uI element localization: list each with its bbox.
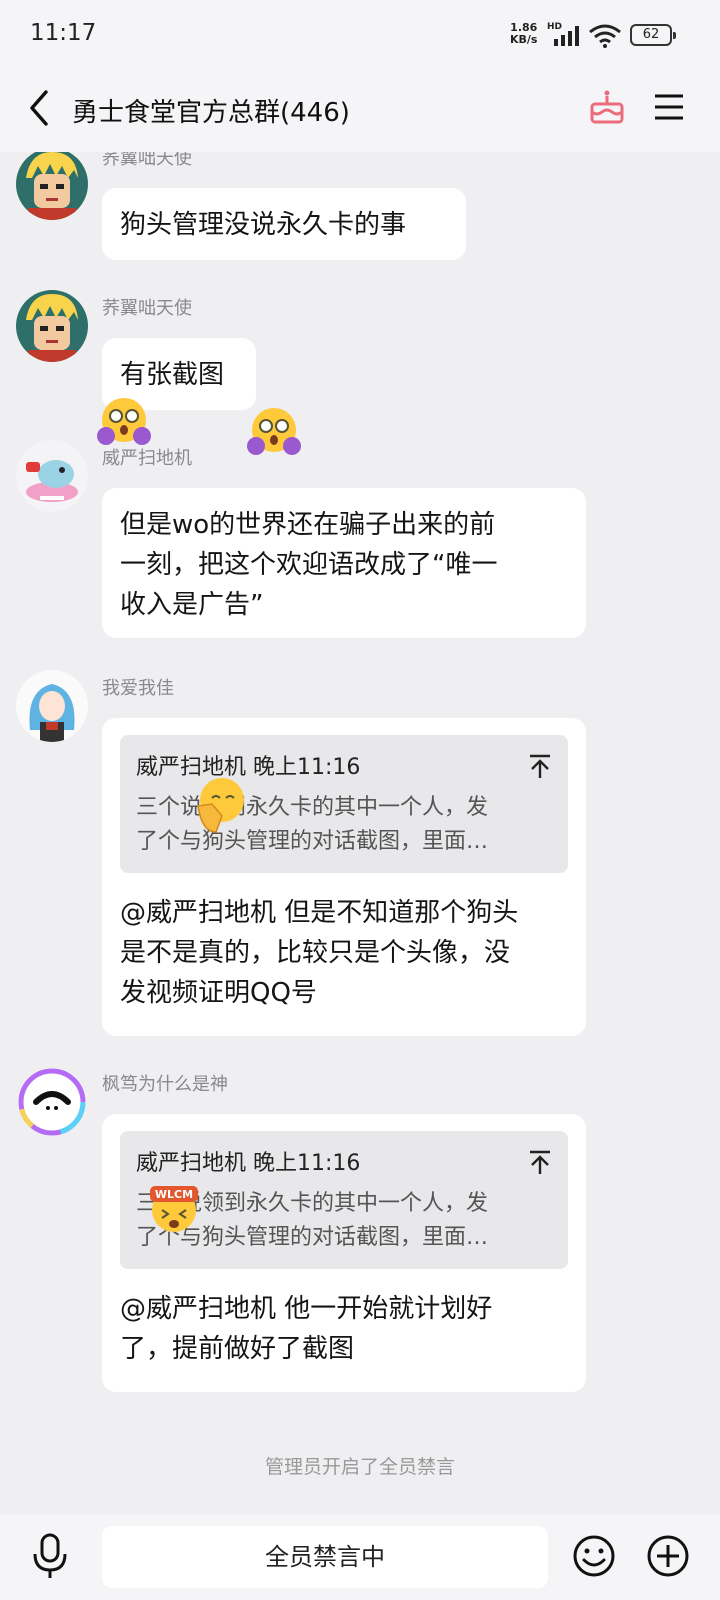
message-bubble[interactable]: 狗头管理没说永久卡的事 — [102, 188, 466, 260]
input-bar: 全员禁言中 — [0, 1514, 720, 1600]
avatar[interactable] — [16, 152, 88, 220]
message-line: 收入是广告” — [120, 590, 264, 620]
chat-list[interactable]: 荞翼咄天使 狗头管理没说永久卡的事 荞翼咄天使 有张截图 威严扫地机 但是wo的… — [0, 152, 720, 1514]
system-notice: 管理员开启了全员禁言 — [264, 1456, 455, 1478]
robot-vacuum-avatar-icon — [16, 440, 88, 512]
anime-girl-avatar-icon — [16, 670, 88, 742]
message-line: @威严扫地机 他一开始就计划好 — [120, 1294, 493, 1324]
shocked-emoji-icon — [97, 398, 151, 445]
sender-name: 荞翼咄天使 — [102, 152, 192, 169]
cake-icon[interactable] — [588, 88, 626, 126]
message-bubble[interactable]: 威严扫地机 晚上11:16 三个说领到永久卡的其中一个人，发 了个与狗头管理的对… — [102, 718, 586, 1036]
message-line: 了，提前做好了截图 — [120, 1334, 355, 1364]
muted-input-field: 全员禁言中 — [102, 1526, 548, 1588]
welcome-emoji-label: WLCM — [155, 1188, 193, 1201]
avatar[interactable] — [16, 290, 88, 362]
emoji-smile-icon[interactable] — [572, 1534, 616, 1578]
welcome-emoji-icon: WLCM — [150, 1186, 198, 1232]
jump-to-quote-icon[interactable] — [528, 753, 552, 779]
network-speed-unit: KB/s — [510, 33, 538, 46]
message-text: 有张截图 — [120, 360, 225, 390]
sender-name: 枫笃为什么是神 — [102, 1074, 228, 1095]
anime-boy-avatar-icon — [16, 290, 88, 362]
message-text: 狗头管理没说永久卡的事 — [120, 210, 407, 240]
avatar[interactable] — [16, 440, 88, 512]
message-line: 发视频证明QQ号 — [120, 978, 317, 1008]
sender-name: 荞翼咄天使 — [102, 298, 192, 319]
message-bubble[interactable]: 威严扫地机 晚上11:16 三个说领到永久卡的其中一个人，发 了个与狗头管理的对… — [102, 1114, 586, 1392]
anime-boy-avatar-icon — [16, 152, 88, 220]
battery-indicator: 62 — [630, 24, 676, 46]
facepalm-emoji-icon — [197, 778, 244, 833]
back-arrow-icon[interactable] — [20, 88, 60, 128]
group-title[interactable]: 勇士食堂官方总群(446) — [72, 92, 350, 129]
jump-to-quote-icon[interactable] — [528, 1149, 552, 1175]
network-speed: 1.86 KB/s — [510, 22, 537, 46]
message-bubble[interactable]: 但是wo的世界还在骗子出来的前 一刻，把这个欢迎语改成了“唯一 收入是广告” — [102, 488, 586, 638]
message-line: @威严扫地机 但是不知道那个狗头 — [120, 898, 519, 928]
status-time: 11:17 — [30, 20, 97, 46]
status-bar: 11:17 1.86 KB/s HD 62 — [0, 0, 720, 70]
signal-icon — [554, 26, 579, 46]
message-line: 一刻，把这个欢迎语改成了“唯一 — [120, 550, 498, 580]
menu-icon[interactable] — [652, 90, 686, 124]
chat-header: 勇士食堂官方总群(446) — [0, 70, 720, 152]
message-line: 但是wo的世界还在骗子出来的前 — [120, 510, 496, 540]
wifi-icon — [589, 24, 621, 48]
sender-name: 我爱我佳 — [102, 678, 174, 699]
plus-icon[interactable] — [646, 1534, 690, 1578]
avatar[interactable] — [16, 1066, 88, 1138]
microphone-icon[interactable] — [30, 1532, 70, 1580]
rainbow-ring-avatar-icon — [18, 1068, 86, 1136]
shocked-emoji-icon — [247, 408, 301, 455]
quoted-message[interactable]: 威严扫地机 晚上11:16 三个说领到永久卡的其中一个人，发 了个与狗头管理的对… — [120, 735, 568, 873]
quote-header: 威严扫地机 晚上11:16 — [136, 1151, 361, 1176]
avatar[interactable] — [16, 670, 88, 742]
sender-name: 威严扫地机 — [102, 448, 192, 469]
message-line: 是不是真的，比较只是个头像，没 — [120, 938, 511, 968]
